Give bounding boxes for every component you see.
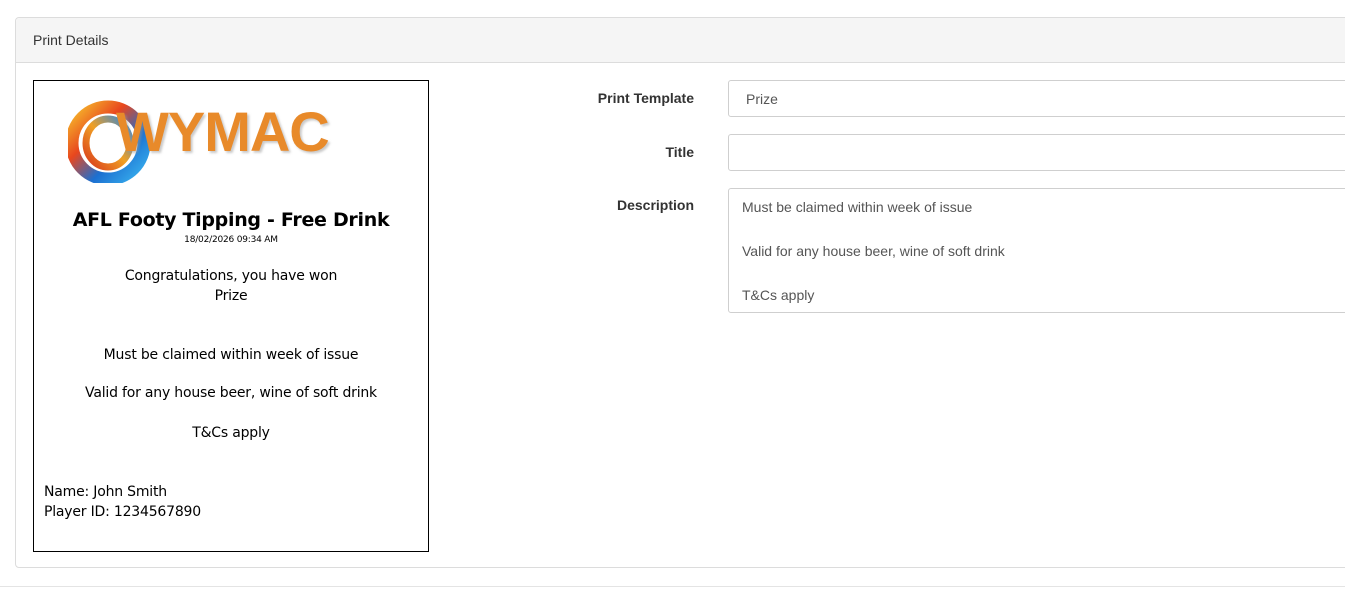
description-line: T&Cs apply <box>742 287 815 303</box>
ticket-player-id: Player ID: 1234567890 <box>44 504 201 520</box>
ticket-title: AFL Footy Tipping - Free Drink <box>72 209 390 231</box>
ticket-prize: Prize <box>214 288 248 304</box>
description-line: Valid for any house beer, wine of soft d… <box>742 243 1005 259</box>
description-label: Description <box>616 197 694 213</box>
title-input[interactable] <box>728 134 1345 171</box>
print-template-select[interactable]: Prize <box>728 80 1345 117</box>
title-label: Title <box>665 144 694 160</box>
ticket-preview: WYMAC AFL Footy Tipping - Free Drink 18/… <box>33 80 429 552</box>
ticket-name: Name: John Smith <box>44 484 167 500</box>
ticket-description-line: T&Cs apply <box>192 425 270 441</box>
ticket-datetime: 18/02/2026 09:34 AM <box>184 235 278 245</box>
description-textarea[interactable]: Must be claimed within week of issue Val… <box>728 188 1345 313</box>
logo-text: WYMAC <box>116 100 330 163</box>
ticket-description-line: Valid for any house beer, wine of soft d… <box>85 385 377 401</box>
panel-title: Print Details <box>33 32 109 48</box>
print-template-value: Prize <box>746 90 778 107</box>
panel-header: Print Details <box>16 18 1345 63</box>
description-line: Must be claimed within week of issue <box>742 199 973 215</box>
ticket-congrats: Congratulations, you have won <box>124 268 338 284</box>
ticket-description-line: Must be claimed within week of issue <box>103 347 359 363</box>
divider <box>0 586 1345 587</box>
print-template-label: Print Template <box>597 90 694 106</box>
